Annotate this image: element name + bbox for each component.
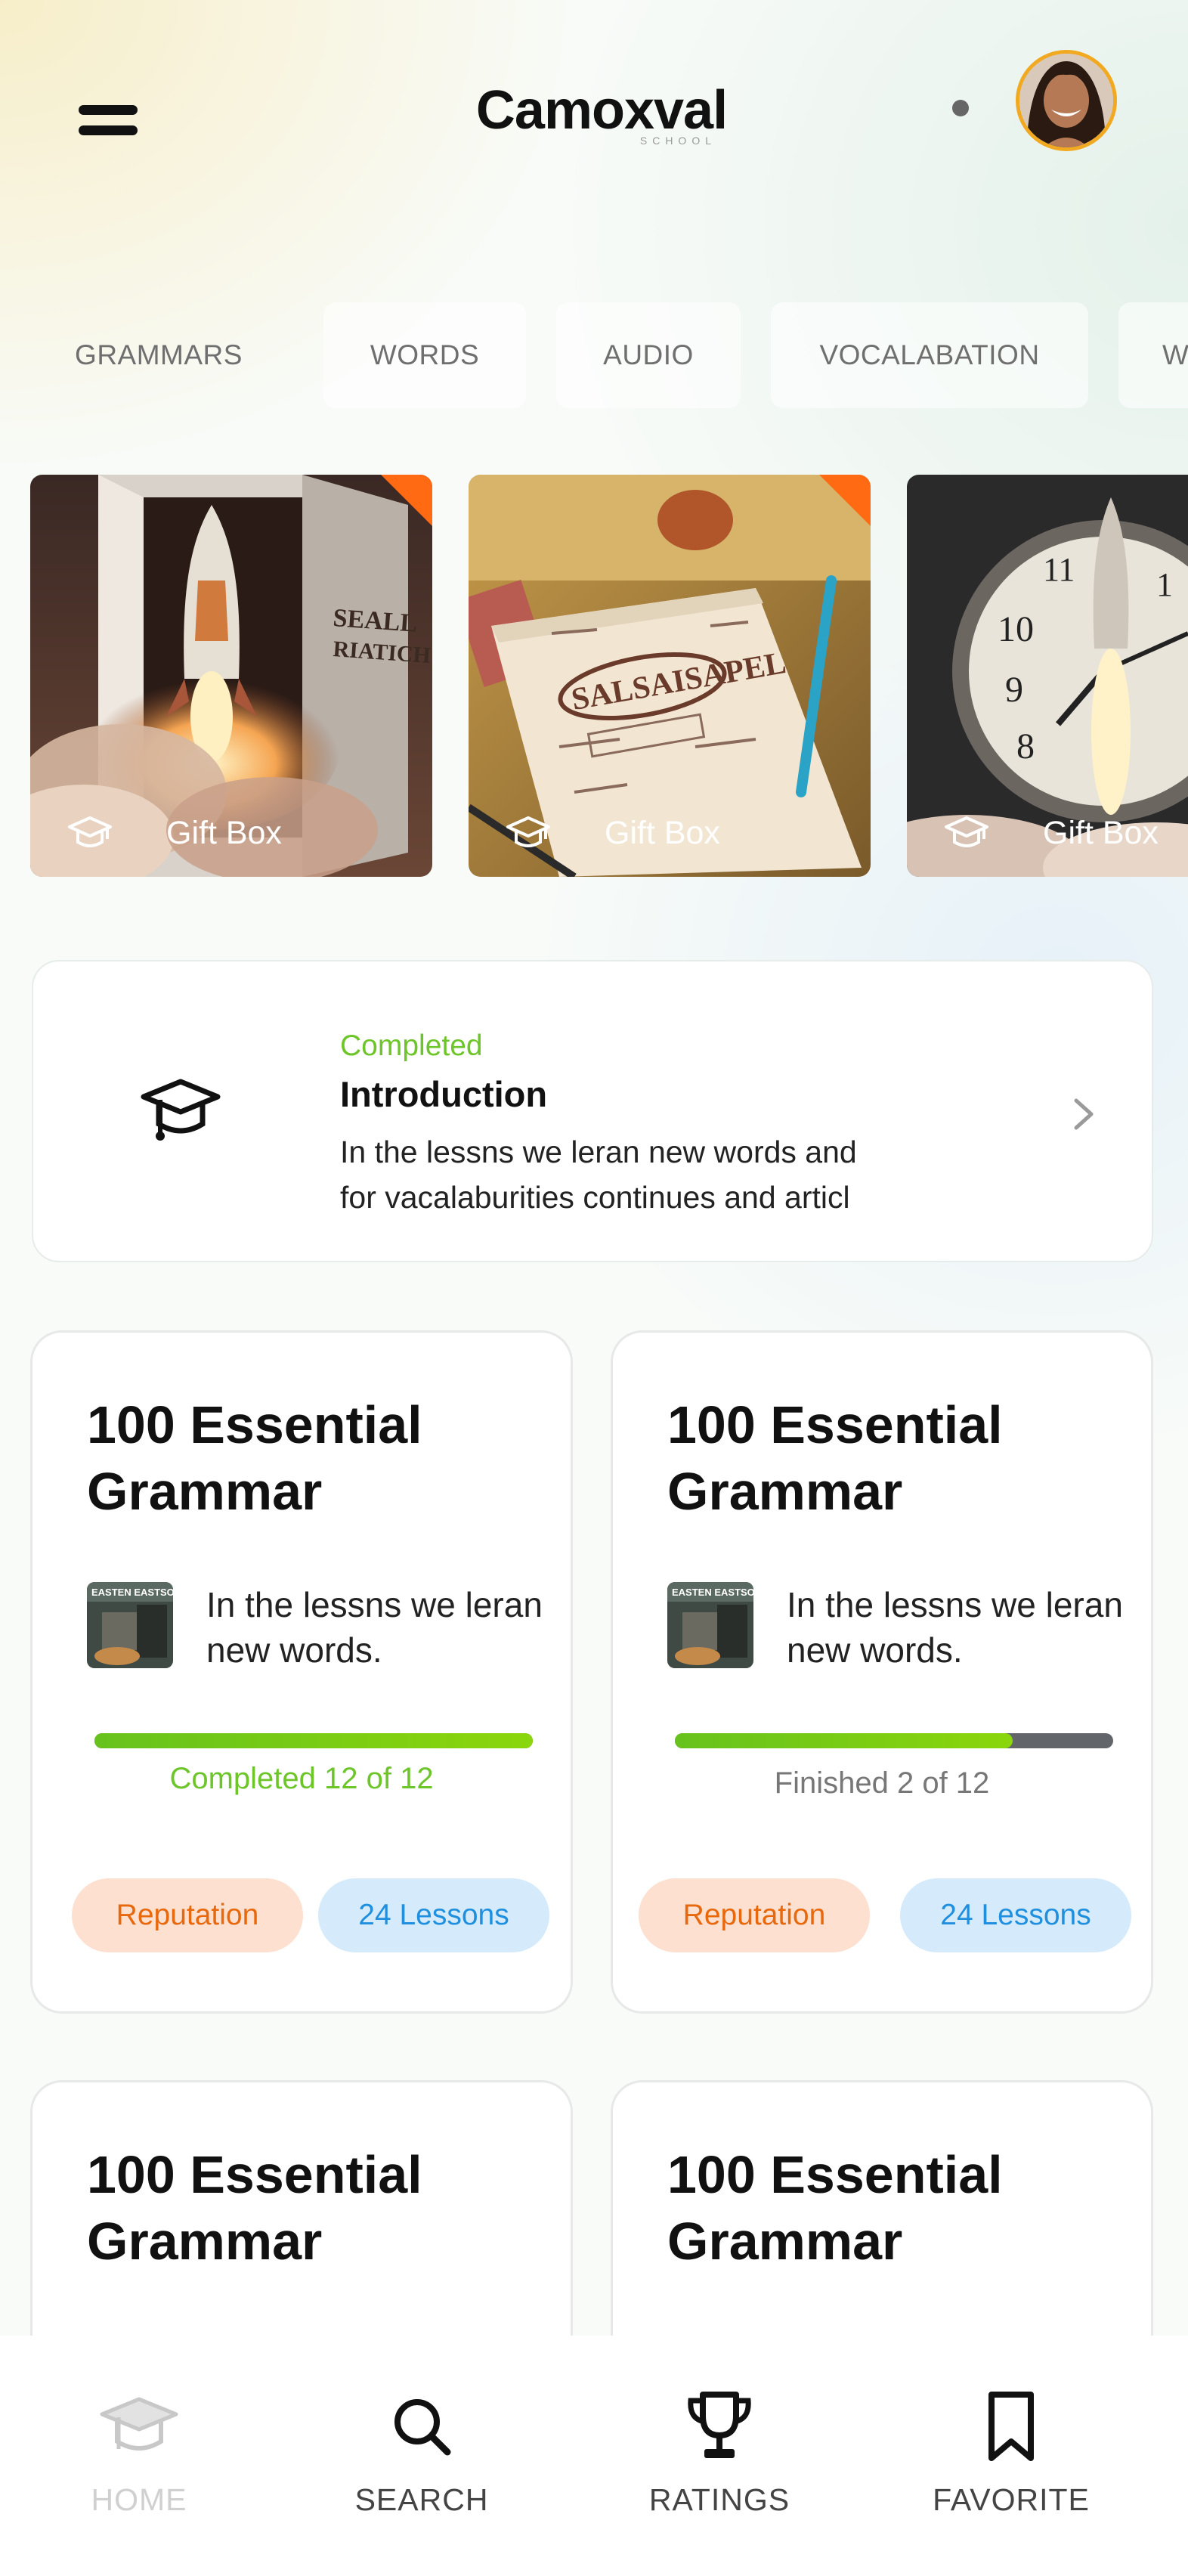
search-icon <box>394 2399 451 2456</box>
chevron-right-icon <box>1074 1098 1094 1130</box>
nav-search[interactable]: SEARCH <box>308 2389 535 2518</box>
lessons-tag[interactable]: 24 Lessons <box>900 1878 1131 1952</box>
brand-name: Camoxval <box>475 80 728 141</box>
svg-text:SEALL: SEALL <box>332 604 418 638</box>
tab-label: AUDIO <box>603 339 694 370</box>
gift-card-rocket[interactable]: SEALL RIATICH Gift Box <box>30 475 432 877</box>
nav-label: HOME <box>91 2482 187 2517</box>
reputation-tag[interactable]: Reputation <box>72 1878 303 1952</box>
svg-text:1: 1 <box>1156 566 1173 603</box>
svg-text:11: 11 <box>1043 551 1075 588</box>
gift-card-notebook[interactable]: SALSAISAPEL Gift Box <box>469 475 871 877</box>
gift-card-label: Gift Box <box>907 812 1188 854</box>
nav-ratings[interactable]: RATINGS <box>606 2389 833 2518</box>
gift-card-label: Gift Box <box>469 812 871 854</box>
tab-label: W <box>1162 339 1188 370</box>
gift-card-text: Gift Box <box>1043 814 1159 851</box>
intro-description-line: In the lessns we leran new words and <box>340 1135 857 1169</box>
thumbnail-text: EASTEN EASTSON <box>672 1587 753 1598</box>
tab-label: WORDS <box>370 339 480 370</box>
trophy-icon <box>688 2392 751 2458</box>
course-card[interactable]: 100 Essential Grammar EASTEN EASTSON In … <box>611 1330 1153 2014</box>
tab-label: GRAMMARS <box>75 339 243 370</box>
nav-home[interactable]: HOME <box>26 2389 252 2518</box>
progress-text: Completed 12 of 12 <box>169 1762 434 1795</box>
graduation-cap-icon <box>68 816 112 847</box>
graduation-cap-icon <box>141 1079 221 1141</box>
course-description: In the lessns we leran new words. <box>787 1585 1123 1670</box>
brand-logo: Camoxval SCHOOL <box>443 80 760 147</box>
tab-w[interactable]: W <box>1118 302 1188 408</box>
avatar[interactable] <box>1016 50 1117 151</box>
svg-text:8: 8 <box>1016 726 1035 766</box>
intro-title: Introduction <box>340 1074 548 1114</box>
notification-dot <box>952 100 969 116</box>
gift-card-text: Gift Box <box>605 814 720 851</box>
bookmark-icon <box>988 2392 1034 2461</box>
lessons-tag[interactable]: 24 Lessons <box>318 1878 549 1952</box>
course-thumbnail: EASTEN EASTSON <box>667 1582 753 1668</box>
bottom-navigation: HOME SEARCH RATINGS FAVORITE <box>0 2336 1188 2576</box>
graduation-cap-icon <box>945 816 988 847</box>
status-text: Completed <box>340 1029 483 1062</box>
graduation-cap-icon <box>100 2397 178 2451</box>
introduction-card[interactable]: Completed Introduction In the lessns we … <box>32 960 1153 1262</box>
progress-text: Finished 2 of 12 <box>774 1766 990 1800</box>
gift-card-label: Gift Box <box>30 812 432 854</box>
gift-card-clock[interactable]: 10 9 8 11 1 Gift Box <box>907 475 1188 877</box>
tab-label: VOCALABATION <box>819 339 1040 370</box>
tab-vocalabation[interactable]: VOCALABATION <box>771 302 1088 408</box>
svg-text:10: 10 <box>998 609 1034 649</box>
course-thumbnail: EASTEN EASTSON <box>87 1582 173 1668</box>
intro-description-line: for vacalaburities continues and articl <box>340 1180 850 1215</box>
nav-label: FAVORITE <box>933 2482 1090 2517</box>
tab-grammars[interactable]: GRAMMARS <box>45 302 272 408</box>
nav-label: SEARCH <box>354 2482 489 2517</box>
thumbnail-text: EASTEN EASTSON <box>91 1587 173 1598</box>
course-card[interactable]: 100 Essential Grammar EASTEN EASTSON In … <box>30 1330 573 2014</box>
graduation-cap-icon <box>506 816 550 847</box>
course-title: 100 Essential Grammar <box>667 1395 1003 1521</box>
progress-bar <box>675 1733 1113 1748</box>
gift-card-text: Gift Box <box>166 814 282 851</box>
progress-fill <box>675 1733 1013 1748</box>
tab-audio[interactable]: AUDIO <box>556 302 741 408</box>
progress-bar <box>94 1733 533 1748</box>
intro-description: In the lessns we leran new words and for… <box>340 1129 960 1220</box>
course-title: 100 Essential Grammar <box>87 1395 422 1521</box>
nav-label: RATINGS <box>648 2482 790 2517</box>
course-title: 100 Essential Grammar <box>87 2145 422 2271</box>
tab-words[interactable]: WORDS <box>323 302 526 408</box>
reputation-tag[interactable]: Reputation <box>639 1878 870 1952</box>
svg-text:9: 9 <box>1005 670 1023 710</box>
course-description: In the lessns we leran new words. <box>206 1585 543 1670</box>
nav-favorite[interactable]: FAVORITE <box>898 2389 1125 2518</box>
course-title: 100 Essential Grammar <box>667 2145 1003 2271</box>
progress-fill <box>94 1733 533 1748</box>
menu-icon[interactable] <box>76 102 141 140</box>
